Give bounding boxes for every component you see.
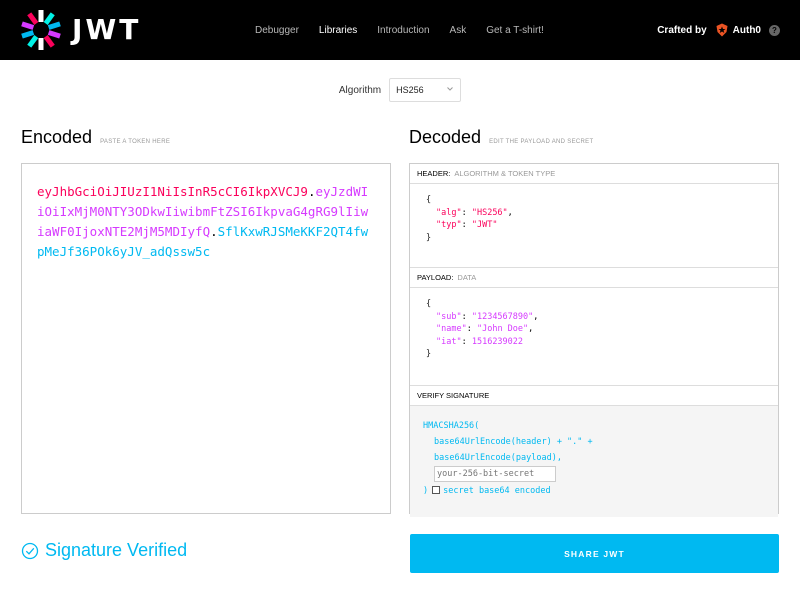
payload-section-label: PAYLOAD: DATA [410, 268, 778, 288]
algorithm-row: Algorithm HS256 [0, 78, 800, 102]
jwt-logo-icon[interactable] [20, 9, 62, 51]
verify-section-label: VERIFY SIGNATURE [410, 386, 778, 406]
hmac-close: ) [423, 485, 429, 496]
header-section-label: HEADER: ALGORITHM & TOKEN TYPE [410, 164, 778, 184]
encoded-title: Encoded PASTE A TOKEN HERE [21, 127, 170, 148]
hmac-function: HMACSHA256( [423, 421, 480, 431]
verify-label: VERIFY SIGNATURE [417, 391, 490, 400]
crafted-by[interactable]: Crafted by Auth0 ? [657, 0, 780, 60]
navbar: JWT Debugger Libraries Introduction Ask … [0, 0, 800, 60]
token-dot: . [210, 224, 218, 239]
json-value: 1516239022 [471, 336, 524, 347]
json-close: } [426, 232, 432, 243]
decoded-subtitle: EDIT THE PAYLOAD AND SECRET [489, 139, 594, 145]
json-open: { [426, 195, 432, 205]
json-line-alg: "alg": "HS256", [436, 207, 513, 218]
json-key: "iat" [436, 336, 462, 347]
json-close: } [426, 349, 432, 359]
json-value: "HS256" [471, 207, 508, 218]
auth0-brand: Auth0 [732, 24, 761, 36]
check-circle-icon [21, 542, 39, 559]
base64-checkbox[interactable] [432, 486, 441, 494]
json-line-typ: "typ": "JWT" [436, 220, 498, 230]
decoded-heading: Decoded [409, 127, 482, 147]
main-nav: Debugger Libraries Introduction Ask Get … [255, 0, 564, 60]
json-key: "typ" [436, 220, 462, 230]
algorithm-label: Algorithm [338, 84, 382, 96]
share-jwt-button[interactable]: SHARE JWT [410, 534, 779, 573]
json-value: "1234567890" [471, 311, 534, 322]
json-key: "sub" [436, 311, 462, 322]
algorithm-select[interactable]: HS256 [389, 78, 462, 102]
header-label: HEADER: [417, 169, 451, 178]
encoded-heading: Encoded [21, 127, 93, 147]
json-line-name: "name": "John Doe", [436, 324, 534, 334]
encoded-subtitle: PASTE A TOKEN HERE [100, 139, 171, 145]
help-icon[interactable]: ? [769, 24, 780, 36]
json-value: "John Doe" [476, 324, 529, 334]
verify-line-payload: base64UrlEncode(payload), [434, 453, 562, 463]
verify-signature-body: HMACSHA256( base64UrlEncode(header) + ".… [410, 406, 778, 517]
json-value: "JWT" [471, 220, 498, 230]
payload-label: PAYLOAD: [417, 273, 454, 282]
signature-verified-text: Signature Verified [45, 540, 188, 560]
token-header-part: eyJhbGciOiJIUzI1NiIsInR5cCI6IkpXVCJ9 [37, 184, 308, 199]
header-sublabel: ALGORITHM & TOKEN TYPE [454, 169, 556, 178]
nav-introduction[interactable]: Introduction [377, 25, 429, 36]
encoded-token-editor[interactable]: eyJhbGciOiJIUzI1NiIsInR5cCI6IkpXVCJ9.eyJ… [21, 163, 391, 514]
json-line-iat: "iat": 1516239022 [436, 336, 524, 347]
decoded-panel: HEADER: ALGORITHM & TOKEN TYPE { "alg": … [409, 163, 779, 517]
chevron-down-icon [447, 87, 453, 91]
crafted-by-label: Crafted by [657, 24, 707, 36]
auth0-shield-icon [716, 23, 728, 37]
base64-checkbox-label[interactable]: secret base64 encoded [443, 486, 550, 496]
nav-libraries[interactable]: Libraries [319, 25, 357, 36]
algorithm-selected: HS256 [396, 85, 424, 95]
payload-sublabel: DATA [457, 273, 477, 282]
json-key: "alg" [436, 207, 462, 218]
verify-line-header: base64UrlEncode(header) + "." + [434, 437, 593, 447]
logo-text[interactable]: JWT [72, 13, 141, 46]
json-key: "name" [436, 324, 467, 334]
json-open: { [426, 299, 432, 309]
payload-json-editor[interactable]: { "sub": "1234567890", "name": "John Doe… [410, 288, 778, 386]
decoded-title: Decoded EDIT THE PAYLOAD AND SECRET [409, 127, 593, 148]
json-line-sub: "sub": "1234567890", [436, 311, 539, 322]
nav-ask[interactable]: Ask [450, 25, 467, 36]
nav-debugger[interactable]: Debugger [255, 25, 299, 36]
header-json-editor[interactable]: { "alg": "HS256", "typ": "JWT" } [410, 184, 778, 268]
nav-tshirt[interactable]: Get a T-shirt! [486, 25, 544, 36]
signature-verified: Signature Verified [21, 540, 187, 561]
secret-input[interactable] [434, 466, 556, 482]
